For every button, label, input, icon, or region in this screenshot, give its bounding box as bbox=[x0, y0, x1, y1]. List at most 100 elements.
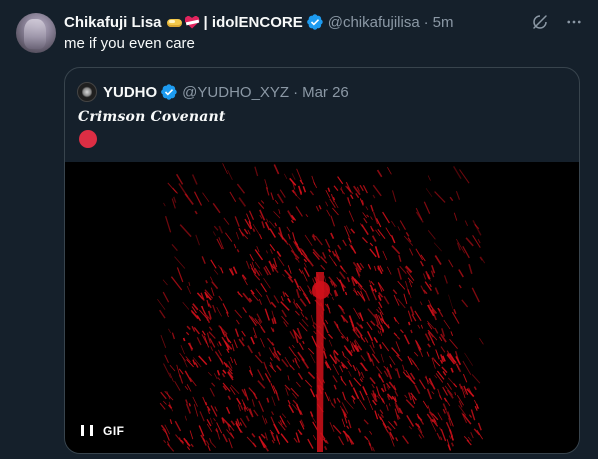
quoted-display-name[interactable]: YUDHO bbox=[103, 84, 157, 101]
art-streak bbox=[269, 248, 273, 255]
grok-icon[interactable] bbox=[530, 12, 550, 32]
art-streak bbox=[376, 395, 380, 399]
art-streak bbox=[281, 413, 287, 419]
art-streak bbox=[414, 351, 419, 357]
art-streak bbox=[459, 169, 470, 184]
art-streak bbox=[186, 446, 191, 451]
art-streak bbox=[188, 403, 191, 407]
art-streak bbox=[248, 210, 255, 221]
art-streak bbox=[196, 337, 202, 346]
art-streak bbox=[269, 364, 277, 373]
art-streak bbox=[171, 243, 178, 252]
art-streak bbox=[245, 415, 250, 422]
art-streak bbox=[419, 301, 423, 306]
art-streak bbox=[391, 245, 401, 255]
art-streak bbox=[407, 289, 411, 295]
art-streak bbox=[350, 228, 356, 234]
art-streak bbox=[397, 267, 402, 280]
verified-badge-icon[interactable] bbox=[306, 13, 324, 31]
art-streak bbox=[303, 262, 307, 268]
art-streak bbox=[424, 333, 430, 341]
art-streak bbox=[426, 351, 430, 357]
more-icon[interactable] bbox=[564, 12, 584, 32]
art-streak bbox=[423, 273, 427, 280]
red-circle-emoji bbox=[79, 130, 97, 148]
display-name-suffix[interactable]: | idolENCORE bbox=[204, 14, 303, 31]
art-streak bbox=[210, 405, 218, 417]
quoted-avatar[interactable] bbox=[77, 82, 97, 102]
art-streak bbox=[382, 250, 388, 261]
art-streak bbox=[243, 228, 249, 235]
art-streak bbox=[264, 221, 271, 231]
gif-controls: GIF bbox=[81, 424, 125, 438]
tweet[interactable]: Chikafuji Lisa | idolENCORE @chikafujili… bbox=[0, 0, 598, 459]
art-streak bbox=[237, 291, 240, 296]
art-streak bbox=[423, 201, 431, 214]
art-streak bbox=[230, 420, 236, 426]
pause-icon[interactable] bbox=[81, 425, 93, 437]
separator-dot: · bbox=[423, 13, 429, 31]
art-streak bbox=[453, 308, 457, 315]
art-streak bbox=[179, 374, 184, 384]
gif-media[interactable]: GIF bbox=[65, 162, 579, 453]
art-streak bbox=[359, 390, 365, 401]
avatar[interactable] bbox=[16, 13, 56, 53]
art-streak bbox=[448, 435, 451, 439]
art-streak bbox=[163, 439, 167, 444]
art-streak bbox=[386, 425, 392, 432]
art-streak bbox=[185, 439, 189, 446]
quoted-handle[interactable]: @YUDHO_XYZ bbox=[182, 84, 289, 101]
art-streak bbox=[391, 190, 397, 203]
art-streak bbox=[163, 202, 166, 207]
art-streak bbox=[350, 245, 357, 254]
art-streak bbox=[436, 432, 441, 440]
art-streak bbox=[342, 391, 346, 401]
quoted-tweet[interactable]: YUDHO @YUDHO_XYZ · Mar 26 Crimson Covena… bbox=[64, 67, 580, 454]
display-name[interactable]: Chikafuji Lisa bbox=[64, 14, 162, 31]
art-streak bbox=[193, 191, 203, 206]
art-streak bbox=[390, 235, 396, 244]
art-streak bbox=[370, 216, 373, 220]
art-streak bbox=[414, 384, 421, 395]
art-streak bbox=[454, 391, 457, 396]
art-streak bbox=[362, 386, 368, 396]
art-streak bbox=[350, 340, 355, 352]
art-streak bbox=[276, 250, 282, 258]
art-streak bbox=[440, 346, 446, 353]
handshake-emoji bbox=[166, 15, 183, 30]
art-streak bbox=[305, 214, 309, 218]
art-streak bbox=[287, 233, 291, 240]
art-streak bbox=[242, 306, 248, 314]
art-streak bbox=[443, 275, 448, 284]
quoted-date[interactable]: Mar 26 bbox=[302, 84, 349, 101]
art-streak bbox=[348, 379, 354, 387]
art-streak bbox=[338, 435, 345, 446]
art-streak bbox=[475, 403, 479, 409]
art-streak bbox=[323, 322, 329, 334]
handle[interactable]: @chikafujilisa bbox=[328, 14, 420, 31]
art-streak bbox=[191, 325, 196, 332]
art-streak bbox=[275, 390, 280, 401]
art-streak bbox=[350, 349, 353, 353]
art-streak bbox=[373, 337, 379, 343]
art-streak bbox=[264, 418, 268, 424]
art-streak bbox=[229, 386, 236, 395]
art-streak bbox=[292, 344, 295, 349]
art-streak bbox=[461, 299, 469, 308]
art-streak bbox=[344, 398, 354, 409]
art-streak bbox=[372, 211, 379, 225]
art-streak bbox=[269, 228, 277, 238]
art-streak bbox=[223, 217, 230, 225]
timestamp[interactable]: 5m bbox=[433, 14, 454, 31]
art-streak bbox=[282, 291, 286, 297]
art-streak bbox=[188, 281, 191, 287]
art-streak bbox=[355, 292, 358, 296]
verified-badge-icon[interactable] bbox=[160, 83, 178, 101]
art-streak bbox=[254, 261, 261, 269]
art-streak bbox=[409, 248, 414, 256]
art-streak bbox=[355, 367, 361, 375]
art-streak bbox=[202, 192, 210, 203]
art-streak bbox=[258, 351, 262, 357]
art-streak bbox=[468, 414, 472, 418]
art-streak bbox=[364, 435, 369, 441]
